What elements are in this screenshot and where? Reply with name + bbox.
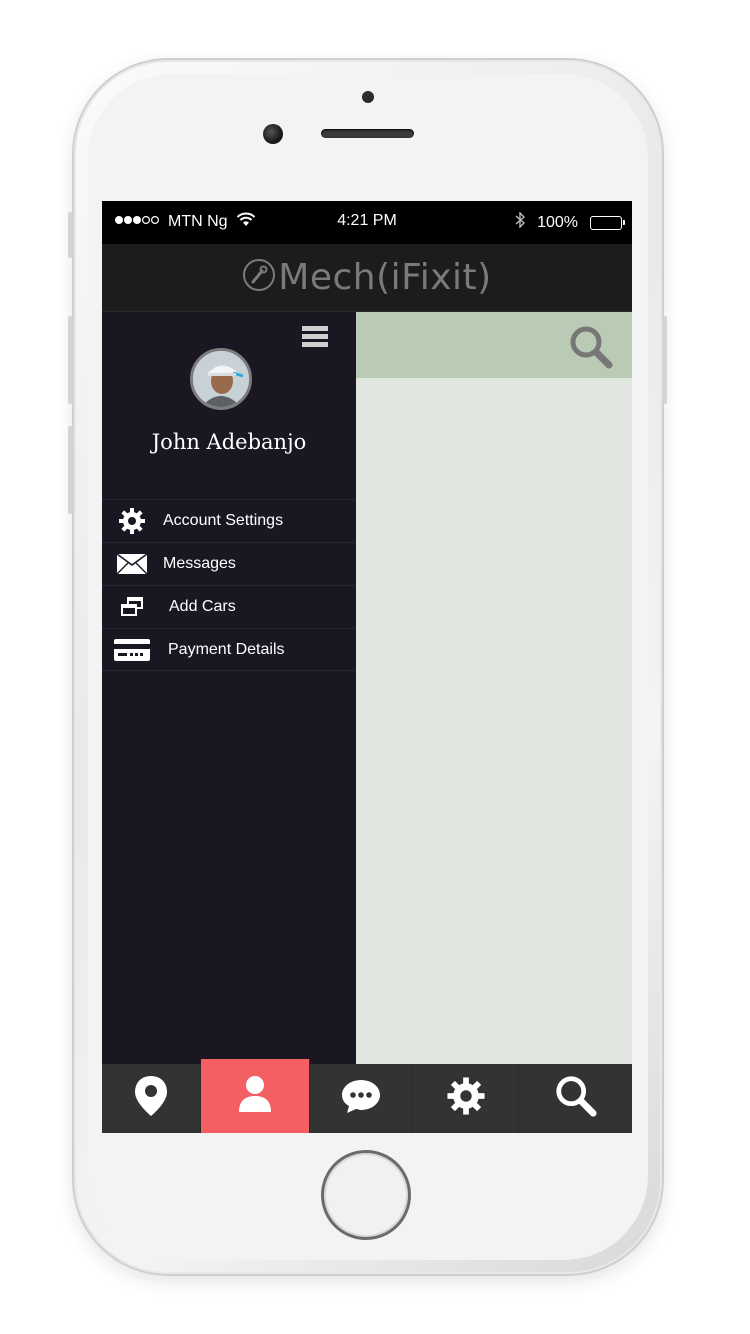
home-button[interactable] [321, 1150, 411, 1240]
bottom-tab-bar [102, 1059, 632, 1133]
drawer-menu: Account Settings Messages Add Cars Payme… [102, 499, 356, 671]
search-bar[interactable] [356, 312, 632, 378]
credit-card-icon [114, 635, 150, 665]
navigation-drawer: John Adebanjo Account Settings Messages … [102, 312, 356, 1064]
menu-item-label: Add Cars [169, 598, 236, 615]
menu-item-label: Account Settings [163, 512, 284, 529]
volume-down-button [68, 426, 73, 514]
menu-item-label: Payment Details [168, 640, 285, 658]
chat-bubble-icon [341, 1078, 381, 1119]
mute-switch [68, 212, 73, 258]
power-button [662, 316, 667, 404]
windows-icon [114, 592, 150, 622]
gear-icon [114, 506, 150, 536]
gear-icon [446, 1076, 486, 1121]
app-title: Mech(iFixit) [278, 257, 492, 298]
battery-percent: 100% [537, 213, 578, 231]
app-header: Mech(iFixit) [102, 244, 632, 312]
search-icon [554, 1074, 598, 1123]
search-icon[interactable] [568, 324, 614, 370]
tab-chat[interactable] [310, 1064, 413, 1133]
proximity-sensor [362, 91, 374, 103]
volume-up-button [68, 316, 73, 404]
tab-settings[interactable] [413, 1064, 519, 1133]
hamburger-menu-icon[interactable] [302, 326, 328, 348]
tab-location[interactable] [102, 1064, 201, 1133]
battery-icon [590, 215, 625, 230]
bluetooth-icon [515, 211, 526, 233]
front-camera [263, 124, 283, 144]
tab-search[interactable] [519, 1064, 632, 1133]
location-pin-icon [134, 1075, 168, 1122]
earpiece-speaker [321, 129, 414, 138]
user-name: John Adebanjo [151, 430, 307, 454]
tab-profile[interactable] [201, 1059, 310, 1133]
menu-item-add-cars[interactable]: Add Cars [102, 585, 356, 628]
menu-item-account-settings[interactable]: Account Settings [102, 499, 356, 542]
status-bar: MTN Ng 4:21 PM 100% [102, 201, 632, 244]
menu-item-payment-details[interactable]: Payment Details [102, 628, 356, 671]
user-icon [238, 1075, 272, 1118]
wrench-logo-icon [242, 258, 276, 297]
avatar[interactable] [190, 348, 252, 410]
envelope-icon [114, 549, 150, 579]
menu-item-label: Messages [163, 555, 236, 572]
screen: MTN Ng 4:21 PM 100% Mech(iFixit) John Ad… [102, 201, 632, 1133]
menu-item-messages[interactable]: Messages [102, 542, 356, 585]
main-content-panel [356, 312, 632, 1064]
